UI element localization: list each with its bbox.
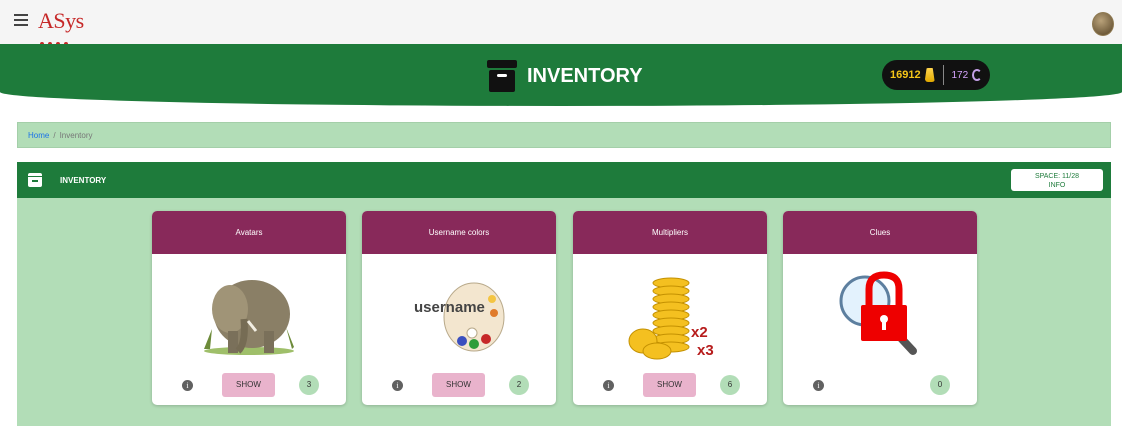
info-icon[interactable]: i xyxy=(182,380,193,391)
show-button[interactable]: SHOW xyxy=(643,373,696,397)
top-bar: ASys xyxy=(0,0,1122,46)
space-info-button[interactable]: SPACE: 11/28 INFO xyxy=(1011,169,1103,191)
username-image-text: username xyxy=(414,299,485,316)
count-badge: 3 xyxy=(299,375,319,395)
page-title: INVENTORY xyxy=(527,64,643,87)
info-icon[interactable]: i xyxy=(603,380,614,391)
inventory-panel: INVENTORY SPACE: 11/28 INFO Avatars i SH… xyxy=(17,162,1111,426)
elephant-image xyxy=(152,259,346,364)
app-logo[interactable]: ASys xyxy=(38,8,84,34)
logo-dots xyxy=(40,33,78,46)
card-clues: Clues i 0 xyxy=(783,211,977,405)
panel-title: INVENTORY xyxy=(60,176,107,185)
moon-icon xyxy=(972,69,982,81)
info-icon[interactable]: i xyxy=(392,380,403,391)
coins-image: x2 x3 xyxy=(573,259,767,364)
banner-title-group: INVENTORY xyxy=(487,60,643,92)
breadcrumb: Home / Inventory xyxy=(17,122,1111,148)
panel-header: INVENTORY SPACE: 11/28 INFO xyxy=(17,162,1111,198)
card-multipliers: Multipliers x2 x3 i SHOW 6 xyxy=(573,211,767,405)
count-badge: 2 xyxy=(509,375,529,395)
currency-divider xyxy=(942,65,944,85)
coin-bag-icon xyxy=(924,68,935,82)
space-info-line2: INFO xyxy=(1048,182,1066,189)
show-button[interactable]: SHOW xyxy=(222,373,275,397)
card-title: Clues xyxy=(783,211,977,254)
card-footer: i SHOW 2 xyxy=(362,373,556,397)
card-footer: i 0 xyxy=(783,373,977,397)
card-username-colors: Username colors username i SHOW 2 xyxy=(362,211,556,405)
multiplier-x3-text: x3 xyxy=(697,342,714,359)
palette-image: username xyxy=(362,259,556,364)
count-badge: 0 xyxy=(930,375,950,395)
breadcrumb-home-link[interactable]: Home xyxy=(28,131,49,140)
breadcrumb-separator: / xyxy=(53,130,56,140)
multiplier-x2-text: x2 xyxy=(691,324,708,341)
space-info-line1: SPACE: 11/28 xyxy=(1034,173,1080,180)
archive-box-icon xyxy=(28,173,42,187)
gold-amount: 16912 xyxy=(890,69,921,81)
currency-display: 16912 172 xyxy=(882,60,990,90)
card-title: Multipliers xyxy=(573,211,767,254)
purple-amount: 172 xyxy=(951,69,969,81)
info-icon[interactable]: i xyxy=(813,380,824,391)
card-title: Avatars xyxy=(152,211,346,254)
card-footer: i SHOW 6 xyxy=(573,373,767,397)
card-avatars: Avatars i SHOW 3 xyxy=(152,211,346,405)
page-banner: INVENTORY 16912 172 xyxy=(0,44,1122,106)
breadcrumb-current: Inventory xyxy=(59,130,93,140)
hamburger-menu-icon[interactable] xyxy=(14,14,28,26)
card-footer: i SHOW 3 xyxy=(152,373,346,397)
count-badge: 6 xyxy=(720,375,740,395)
locked-magnifier-image xyxy=(783,259,977,364)
card-title: Username colors xyxy=(362,211,556,254)
archive-box-icon xyxy=(487,60,517,92)
show-button[interactable]: SHOW xyxy=(432,373,485,397)
user-avatar[interactable] xyxy=(1092,12,1114,36)
